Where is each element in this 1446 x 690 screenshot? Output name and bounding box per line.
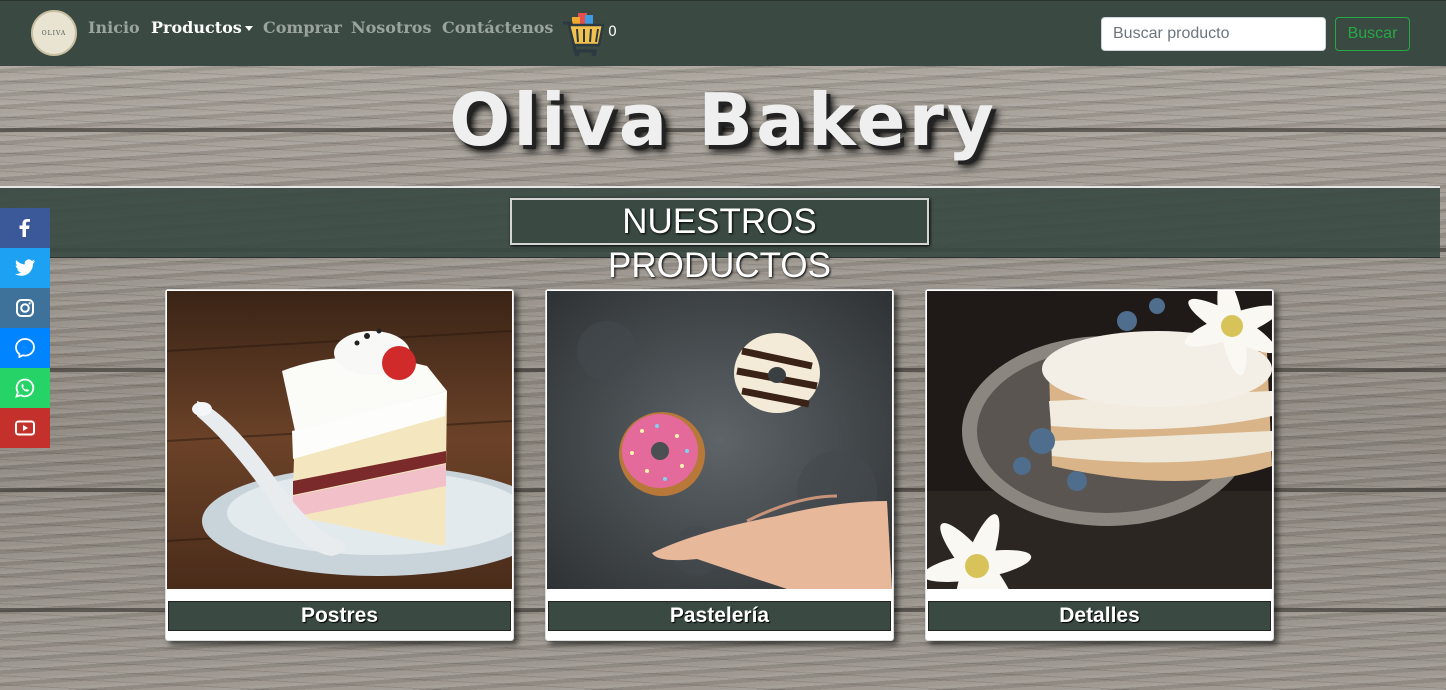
whatsapp-link[interactable]: [0, 368, 50, 408]
nav-link-productos[interactable]: Productos: [151, 18, 253, 37]
youtube-link[interactable]: [0, 408, 50, 448]
nav-link-inicio[interactable]: Inicio: [88, 18, 140, 37]
instagram-icon: [16, 299, 34, 317]
card-caption-detalles: Detalles: [928, 601, 1271, 631]
product-card-postres[interactable]: Postres: [165, 289, 514, 641]
twitter-link[interactable]: [0, 248, 50, 288]
naked-cake-image: [927, 291, 1272, 589]
nav-link-contactenos[interactable]: Contáctenos: [442, 18, 553, 37]
section-title: NUESTROS PRODUCTOS: [510, 198, 929, 285]
nav-link-productos-label: Productos: [151, 18, 242, 37]
search-input[interactable]: [1101, 17, 1326, 51]
logo-text: OLIVA: [41, 29, 67, 37]
donuts-image: [547, 291, 892, 589]
messenger-link[interactable]: [0, 328, 50, 368]
brand-logo[interactable]: OLIVA: [31, 10, 77, 56]
card-caption-pasteleria: Pastelería: [548, 601, 891, 631]
social-sidebar: [0, 208, 50, 448]
nav-link-nosotros[interactable]: Nosotros: [351, 18, 431, 37]
cake-slice-image: [167, 291, 512, 589]
instagram-link[interactable]: [0, 288, 50, 328]
nav-link-comprar[interactable]: Comprar: [263, 18, 342, 37]
facebook-icon: [19, 219, 30, 237]
facebook-link[interactable]: [0, 208, 50, 248]
hero-title: Oliva Bakery: [449, 78, 997, 162]
youtube-icon: [15, 420, 35, 436]
product-card-detalles[interactable]: Detalles: [925, 289, 1274, 641]
search-button[interactable]: Buscar: [1335, 17, 1410, 51]
cart-icon[interactable]: [561, 11, 605, 57]
twitter-icon: [15, 259, 35, 276]
whatsapp-icon: [15, 378, 35, 398]
product-card-pasteleria[interactable]: Pastelería: [545, 289, 894, 641]
messenger-icon: [15, 338, 35, 358]
caret-down-icon: [244, 26, 253, 31]
navbar: OLIVA Inicio Productos Comprar Nosotros …: [0, 0, 1446, 66]
card-caption-postres: Postres: [168, 601, 511, 631]
cart-count: 0: [608, 24, 617, 40]
